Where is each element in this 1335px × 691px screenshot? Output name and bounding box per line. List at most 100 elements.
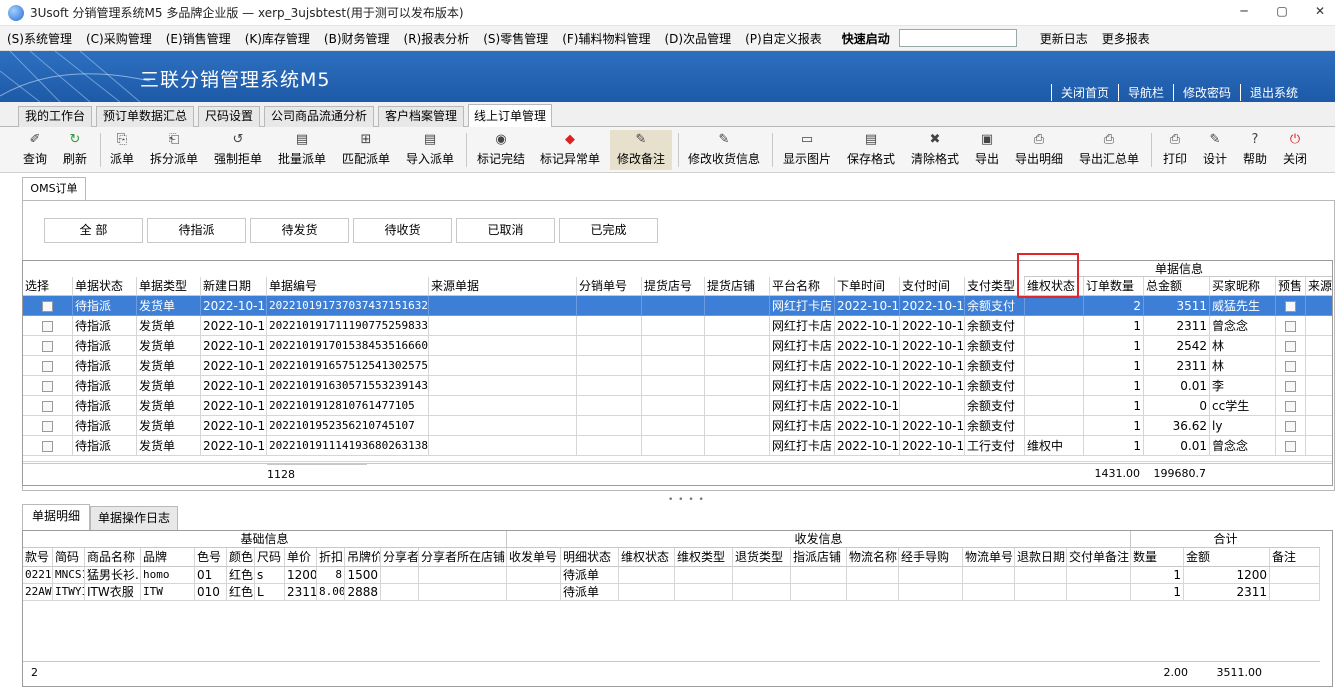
mark-complete-button[interactable]: ◉ 标记完结	[472, 130, 530, 170]
detail-col-header[interactable]: 尺码	[255, 548, 285, 567]
detail-col-header[interactable]: 物流名称	[847, 548, 899, 567]
presale-checkbox[interactable]	[1285, 341, 1296, 352]
detail-col-header[interactable]: 分享者所在店铺	[419, 548, 507, 567]
detail-col-header[interactable]: 明细状态	[561, 548, 619, 567]
detail-col-header[interactable]: 色号	[195, 548, 227, 567]
orders-col-header[interactable]: 来源	[1306, 277, 1332, 296]
tab-my-workbench[interactable]: 我的工作台	[18, 106, 92, 127]
minimize-button[interactable]: ─	[1235, 4, 1253, 18]
orders-col-header[interactable]: 新建日期	[201, 277, 267, 296]
orders-col-header[interactable]: 提货店铺	[705, 277, 770, 296]
detail-col-header[interactable]: 金额	[1184, 548, 1270, 567]
orders-col-header[interactable]: 单据类型	[137, 277, 201, 296]
row-checkbox[interactable]	[42, 321, 53, 332]
orders-col-header[interactable]: 平台名称	[770, 277, 835, 296]
tab-size-settings[interactable]: 尺码设置	[198, 106, 260, 127]
menu-more-reports[interactable]: 更多报表	[1095, 30, 1157, 47]
detail-col-header[interactable]: 退货类型	[733, 548, 791, 567]
detail-col-header[interactable]: 退款日期	[1015, 548, 1067, 567]
export-button[interactable]: ▣ 导出	[970, 130, 1004, 170]
presale-checkbox[interactable]	[1285, 321, 1296, 332]
tab-customer-records[interactable]: 客户档案管理	[378, 106, 464, 127]
orders-col-header[interactable]: 选择	[23, 277, 73, 296]
import-dispatch-button[interactable]: ▤ 导入派单	[402, 130, 458, 170]
orders-col-header[interactable]: 支付时间	[900, 277, 965, 296]
clear-format-button[interactable]: ✖ 清除格式	[906, 130, 964, 170]
show-image-button[interactable]: ▭ 显示图片	[778, 130, 836, 170]
detail-col-header[interactable]: 交付单备注	[1067, 548, 1131, 567]
orders-col-header[interactable]: 分销单号	[577, 277, 642, 296]
dispatch-button[interactable]: ⎘ 派单	[104, 130, 140, 170]
detail-col-header[interactable]: 单价	[285, 548, 317, 567]
detail-col-header[interactable]: 品牌	[141, 548, 195, 567]
export-detail-button[interactable]: ⎙ 导出明细	[1010, 130, 1068, 170]
row-checkbox[interactable]	[42, 381, 53, 392]
orders-col-header[interactable]: 总金额	[1144, 277, 1210, 296]
presale-cell[interactable]	[1276, 296, 1306, 316]
tab-goods-flow-analysis[interactable]: 公司商品流通分析	[264, 106, 374, 127]
filter-pending-assign-button[interactable]: 待指派	[147, 218, 246, 243]
row-checkbox[interactable]	[42, 301, 53, 312]
detail-col-header[interactable]: 分享者	[381, 548, 419, 567]
row-checkbox[interactable]	[42, 421, 53, 432]
detail-col-header[interactable]: 商品名称	[85, 548, 141, 567]
presale-checkbox[interactable]	[1285, 401, 1296, 412]
tab-online-orders[interactable]: 线上订单管理	[468, 104, 552, 128]
detail-col-header[interactable]: 维权类型	[675, 548, 733, 567]
menu-defects[interactable]: (D)次品管理	[658, 30, 739, 47]
presale-cell[interactable]	[1276, 396, 1306, 416]
menu-update-log[interactable]: 更新日志	[1033, 30, 1095, 47]
detail-col-header[interactable]: 颜色	[227, 548, 255, 567]
detail-col-header[interactable]: 款号	[23, 548, 53, 567]
mark-exception-button[interactable]: ◆ 标记异常单	[536, 130, 604, 170]
edit-shipping-info-button[interactable]: ✎ 修改收货信息	[684, 130, 764, 170]
detail-col-header[interactable]: 数量	[1131, 548, 1184, 567]
row-checkbox[interactable]	[42, 361, 53, 372]
detail-grid[interactable]: 基础信息 收发信息 合计 款号 简码 商品名称 品牌 色号 颜色 尺码 单价 折扣 吊牌价 分享者 分享者所…	[22, 530, 1333, 687]
orders-grid[interactable]: 单据信息 选择 单据状态 单据类型 新建日期 单据编号 来源单据 分销单号 提货店号 提货店铺 平台…	[22, 260, 1333, 486]
presale-checkbox[interactable]	[1285, 441, 1296, 452]
close-home-link[interactable]: 关闭首页	[1050, 84, 1118, 101]
print-button[interactable]: ⎙ 打印	[1158, 130, 1192, 170]
row-select-cell[interactable]	[23, 336, 73, 356]
detail-col-header[interactable]: 经手导购	[899, 548, 963, 567]
orders-col-header[interactable]: 下单时间	[835, 277, 900, 296]
orders-col-header[interactable]: 支付类型	[965, 277, 1025, 296]
row-select-cell[interactable]	[23, 316, 73, 336]
match-dispatch-button[interactable]: ⊞ 匹配派单	[338, 130, 394, 170]
tab-order-detail[interactable]: 单据明细	[22, 504, 90, 530]
restore-button[interactable]: ▢	[1273, 4, 1291, 18]
query-button[interactable]: ✐ 查询	[17, 130, 53, 170]
detail-col-header[interactable]: 折扣	[317, 548, 345, 567]
refresh-button[interactable]: ↻ 刷新	[57, 130, 93, 170]
tab-preorder-summary[interactable]: 预订单数据汇总	[96, 106, 194, 127]
batch-dispatch-button[interactable]: ▤ 批量派单	[274, 130, 330, 170]
splitter-handle[interactable]: • • • •	[668, 495, 705, 505]
presale-checkbox[interactable]	[1285, 361, 1296, 372]
presale-cell[interactable]	[1276, 316, 1306, 336]
row-select-cell[interactable]	[23, 396, 73, 416]
presale-cell[interactable]	[1276, 436, 1306, 456]
change-password-link[interactable]: 修改密码	[1172, 84, 1240, 101]
presale-cell[interactable]	[1276, 416, 1306, 436]
orders-col-header[interactable]: 单据编号	[267, 277, 429, 296]
orders-col-header[interactable]: 买家昵称	[1210, 277, 1276, 296]
force-reject-button[interactable]: ↺ 强制拒单	[210, 130, 266, 170]
close-window-button[interactable]: ✕	[1311, 4, 1329, 18]
detail-col-header[interactable]: 备注	[1270, 548, 1320, 567]
edit-remark-button[interactable]: ✎ 修改备注	[610, 130, 672, 170]
menu-inventory[interactable]: (K)库存管理	[238, 30, 317, 47]
detail-col-header[interactable]: 指派店铺	[791, 548, 847, 567]
logout-link[interactable]: 退出系统	[1239, 84, 1307, 101]
detail-col-header[interactable]: 吊牌价	[345, 548, 381, 567]
orders-col-header[interactable]: 提货店号	[642, 277, 705, 296]
detail-col-header[interactable]: 维权状态	[619, 548, 675, 567]
row-select-cell[interactable]	[23, 296, 73, 316]
filter-pending-receive-button[interactable]: 待收货	[353, 218, 452, 243]
detail-col-header[interactable]: 收发单号	[507, 548, 561, 567]
export-summary-button[interactable]: ⎙ 导出汇总单	[1074, 130, 1144, 170]
row-checkbox[interactable]	[42, 441, 53, 452]
menu-purchase[interactable]: (C)采购管理	[79, 30, 159, 47]
help-button[interactable]: ? 帮助	[1238, 130, 1272, 170]
row-select-cell[interactable]	[23, 356, 73, 376]
